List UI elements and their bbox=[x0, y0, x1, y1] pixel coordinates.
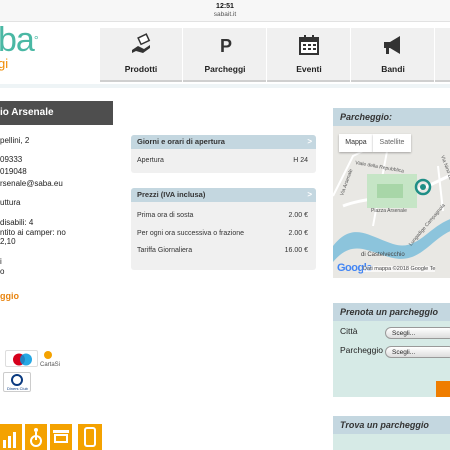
chevron-right-icon: > bbox=[307, 190, 312, 199]
nav-label: Prodotti bbox=[124, 64, 158, 74]
svg-text:Diners Club: Diners Club bbox=[7, 386, 29, 391]
coverage: uttura bbox=[0, 198, 21, 207]
prenota-form: Città Scegli... Parcheggio Scegli... bbox=[333, 321, 450, 397]
logo-text: ba bbox=[0, 21, 35, 59]
hand-card-icon bbox=[132, 33, 151, 53]
price-value: 16.00 € bbox=[284, 247, 308, 254]
wheelchair-icon bbox=[25, 424, 47, 450]
browser-status-bar: 12:51 sabait.it bbox=[0, 0, 450, 22]
camper-access: ntito ai camper: no bbox=[0, 228, 66, 237]
parking-label: Parcheggio bbox=[340, 345, 384, 355]
maestro-card-icon bbox=[5, 350, 38, 367]
diners-club-card-icon: Diners Club bbox=[3, 372, 31, 392]
map-credit-tail[interactable]: Te bbox=[430, 266, 436, 272]
nav-item-parcheggi[interactable]: P Parcheggi bbox=[184, 28, 267, 82]
page: 12:51 sabait.it ba° gi Prodotti P Parche… bbox=[0, 0, 450, 450]
prices-panel: Prezzi (IVA inclusa) > Prima ora di sosta… bbox=[131, 188, 316, 270]
address-bar[interactable]: sabait.it bbox=[0, 11, 450, 19]
cartasi-card-icon: CartaSi bbox=[38, 350, 71, 368]
fax: 019048 bbox=[0, 167, 27, 176]
price-row: Tariffa Giornaliera 16.00 € bbox=[137, 247, 308, 254]
info-line: i bbox=[0, 257, 2, 266]
map-label: Piazza Arsenale bbox=[371, 208, 407, 214]
disabled-spaces: disabili: 4 bbox=[0, 218, 34, 227]
nav-label: Eventi bbox=[296, 64, 322, 74]
site-logo[interactable]: ba° bbox=[0, 21, 39, 59]
info-line: o bbox=[0, 267, 5, 276]
calendar-icon bbox=[299, 35, 319, 55]
map-credit-text: Dati mappa ©2018 Google bbox=[363, 266, 429, 272]
map-section-title: Parcheggio: bbox=[333, 108, 450, 126]
nav-label: Parcheggi bbox=[204, 64, 246, 74]
city-select[interactable]: Scegli... bbox=[385, 327, 450, 339]
nav-item-bandi[interactable]: Bandi bbox=[352, 28, 435, 82]
price-value: 2.00 € bbox=[288, 230, 308, 237]
map-tab-satellite[interactable]: Satellite bbox=[373, 134, 411, 152]
max-height: 2,10 bbox=[0, 237, 16, 246]
hours-row: Apertura H 24 bbox=[137, 157, 308, 164]
price-label: Prima ora di sosta bbox=[137, 212, 194, 219]
phone-service-icon bbox=[78, 424, 102, 450]
trova-title: Trova un parcheggio bbox=[333, 416, 450, 434]
map-label: di Castelvecchio bbox=[361, 252, 405, 258]
nav-item-prodotti[interactable]: Prodotti bbox=[100, 28, 183, 82]
nav-item-eventi[interactable]: Eventi bbox=[268, 28, 351, 82]
parking-level-icon bbox=[0, 424, 22, 450]
svg-text:CartaSi: CartaSi bbox=[40, 362, 60, 367]
nav-item-more[interactable] bbox=[436, 28, 450, 82]
price-label: Per ogni ora successiva o frazione bbox=[137, 230, 244, 237]
email-link[interactable]: rsenale@saba.eu bbox=[0, 179, 63, 188]
price-value: 2.00 € bbox=[288, 212, 308, 219]
nav-label: Bandi bbox=[381, 64, 405, 74]
covered-parking-icon bbox=[50, 424, 72, 450]
parking-p-icon: P bbox=[220, 36, 232, 56]
hours-panel-header[interactable]: Giorni e orari di apertura > bbox=[131, 135, 316, 149]
price-label: Tariffa Giornaliera bbox=[137, 247, 193, 254]
site-header: ba° gi Prodotti P Parcheggi Eventi Bandi bbox=[0, 22, 450, 84]
main-nav: Prodotti P Parcheggi Eventi Bandi bbox=[100, 28, 450, 82]
address: pellini, 2 bbox=[0, 136, 30, 145]
search-submit-button[interactable] bbox=[436, 381, 450, 397]
trova-section bbox=[333, 434, 450, 450]
prices-panel-header[interactable]: Prezzi (IVA inclusa) > bbox=[131, 188, 316, 202]
page-title: io Arsenale bbox=[0, 101, 113, 125]
clock: 12:51 bbox=[216, 3, 234, 10]
price-row: Per ogni ora successiva o frazione 2.00 € bbox=[137, 230, 308, 237]
map[interactable]: Viale della Repubblica Via Arsenale Piaz… bbox=[333, 126, 450, 278]
phone[interactable]: 09333 bbox=[0, 155, 22, 164]
parking-select[interactable]: Scegli... bbox=[385, 346, 450, 358]
prices-panel-title: Prezzi (IVA inclusa) bbox=[137, 190, 206, 199]
map-tab-mappa[interactable]: Mappa bbox=[339, 134, 373, 152]
chevron-right-icon: > bbox=[307, 137, 312, 146]
city-label: Città bbox=[340, 326, 358, 336]
parcheggio-link[interactable]: ggio bbox=[0, 291, 19, 301]
prenota-title: Prenota un parcheggio bbox=[333, 303, 450, 321]
svg-text:P: P bbox=[220, 36, 232, 56]
hours-panel: Giorni e orari di apertura > Apertura H 24 bbox=[131, 135, 316, 173]
hours-panel-title: Giorni e orari di apertura bbox=[137, 137, 225, 146]
megaphone-icon bbox=[384, 36, 400, 54]
service-icons bbox=[0, 424, 110, 450]
header-divider bbox=[0, 84, 450, 88]
map-credit: Dati mappa ©2018 Google Te bbox=[363, 266, 436, 272]
hours-value: H 24 bbox=[293, 157, 308, 164]
price-row: Prima ora di sosta 2.00 € bbox=[137, 212, 308, 219]
logo-subtitle: gi bbox=[0, 56, 9, 71]
hours-label: Apertura bbox=[137, 157, 164, 164]
